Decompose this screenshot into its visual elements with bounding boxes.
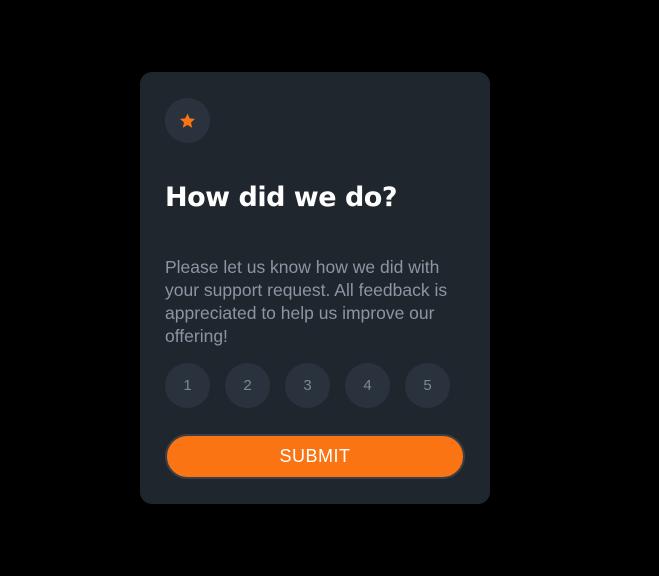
star-icon <box>180 113 195 128</box>
card-title: How did we do? <box>165 182 398 213</box>
rating-button-5[interactable]: 5 <box>405 363 450 408</box>
rating-button-2[interactable]: 2 <box>225 363 270 408</box>
rating-button-4[interactable]: 4 <box>345 363 390 408</box>
star-badge <box>165 98 210 143</box>
submit-button[interactable]: SUBMIT <box>165 434 465 479</box>
card-description: Please let us know how we did with your … <box>165 257 448 346</box>
rating-button-3[interactable]: 3 <box>285 363 330 408</box>
rating-options: 1 2 3 4 5 <box>165 363 465 408</box>
rating-button-1[interactable]: 1 <box>165 363 210 408</box>
rating-card: How did we do? Please let us know how we… <box>140 72 490 504</box>
